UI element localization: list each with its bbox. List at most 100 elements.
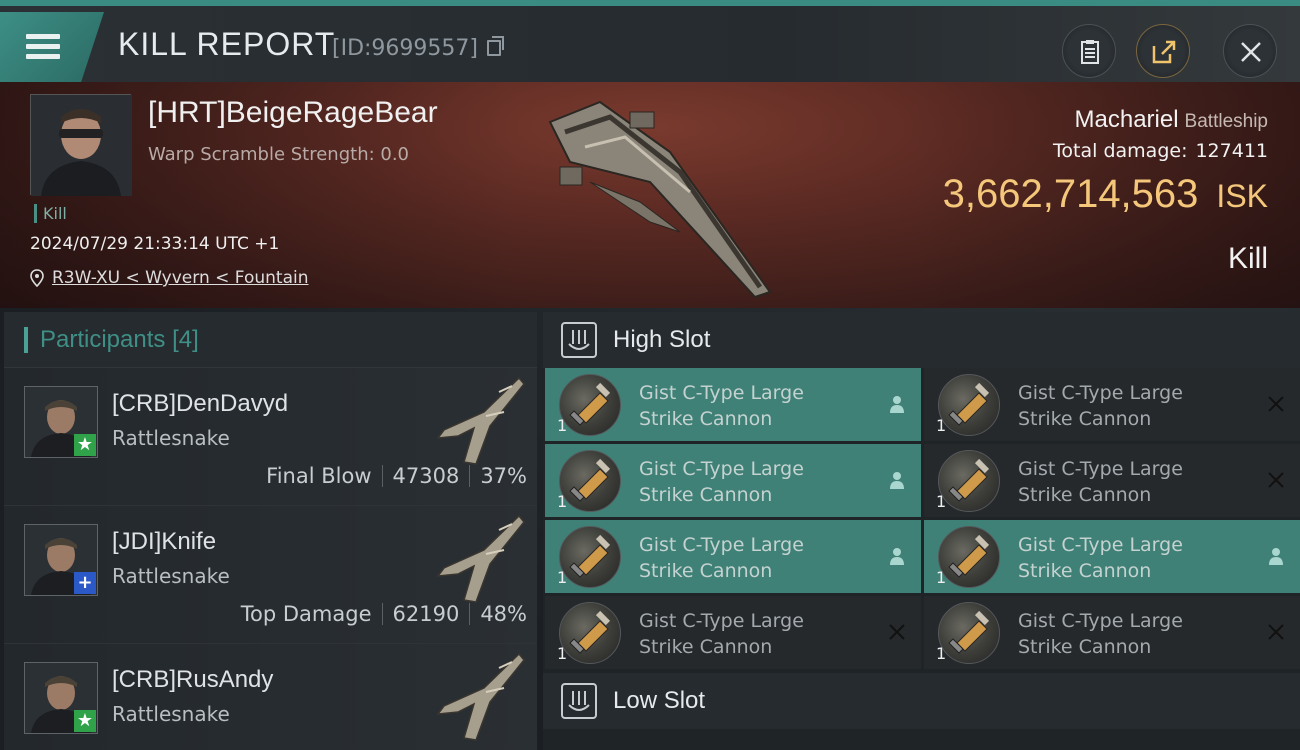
low-slot-title: Low Slot xyxy=(613,687,706,714)
participant-stats: Final Blow 47308 37% xyxy=(266,464,527,488)
stat-separator xyxy=(381,603,383,625)
slot-icon-glyph xyxy=(568,691,590,711)
close-button[interactable] xyxy=(1223,24,1277,78)
participant-percent: 48% xyxy=(480,602,527,626)
module-slot[interactable]: 1 Gist C-Type Large Strike Cannon xyxy=(545,596,921,669)
clipboard-button[interactable] xyxy=(1062,24,1116,78)
kill-location[interactable]: R3W-XU < Wyvern < Fountain xyxy=(30,268,309,288)
module-slot[interactable]: 1 Gist C-Type Large Strike Cannon xyxy=(924,444,1300,517)
module-icon[interactable] xyxy=(938,450,1000,512)
kill-tag: Kill xyxy=(34,204,67,223)
menu-button[interactable] xyxy=(0,12,104,82)
participant-percent: 37% xyxy=(480,464,527,488)
participant-name[interactable]: [CRB]DenDavyd xyxy=(112,390,288,418)
stat-separator xyxy=(469,465,471,487)
stat-separator xyxy=(381,465,383,487)
victim-ship-image[interactable] xyxy=(530,92,790,302)
module-icon[interactable] xyxy=(938,374,1000,436)
participants-count: [4] xyxy=(172,325,199,353)
report-id: [ID:9699557] xyxy=(332,36,478,61)
destroyed-x-icon xyxy=(1268,472,1284,488)
high-slot-title: High Slot xyxy=(613,326,711,353)
destroyed-x-icon xyxy=(1268,624,1284,640)
participant-name[interactable]: [JDI]Knife xyxy=(112,528,216,556)
header-bar: KILL REPORT [ID:9699557] xyxy=(0,6,1300,82)
participant-ship: Rattlesnake xyxy=(112,702,230,726)
module-icon[interactable] xyxy=(559,526,621,588)
isk-amount: 3,662,714,563 xyxy=(942,172,1199,216)
kill-report-window: KILL REPORT [ID:9699557] [HRT]BeigeRageB… xyxy=(0,0,1300,750)
cannon-icon xyxy=(948,458,990,502)
module-slot[interactable]: 1 Gist C-Type Large Strike Cannon xyxy=(924,368,1300,441)
module-slot[interactable]: 1 Gist C-Type Large Strike Cannon xyxy=(924,596,1300,669)
module-icon[interactable] xyxy=(559,374,621,436)
module-slot[interactable]: 1 Gist C-Type Large Strike Cannon xyxy=(545,368,921,441)
module-quantity: 1 xyxy=(936,416,947,435)
cannon-icon xyxy=(569,382,611,426)
location-link[interactable]: R3W-XU < Wyvern < Fountain xyxy=(52,268,309,288)
participant-role: Final Blow xyxy=(266,464,372,488)
high-slot-header: High Slot xyxy=(543,312,1300,368)
cannon-icon xyxy=(948,382,990,426)
high-slot-icon xyxy=(561,322,597,358)
participant-row[interactable]: ★ [CRB]RusAndy Rattlesnake xyxy=(4,644,537,750)
participant-stats: Top Damage 62190 48% xyxy=(241,602,527,626)
cannon-icon xyxy=(948,534,990,578)
victim-ship[interactable]: Machariel Battleship xyxy=(1075,106,1269,134)
victim-name[interactable]: [HRT]BeigeRageBear xyxy=(148,96,438,130)
result-label: Kill xyxy=(1227,242,1268,275)
location-pin-icon xyxy=(30,269,44,287)
module-name: Gist C-Type Large Strike Cannon xyxy=(1018,382,1183,430)
participant-name[interactable]: [CRB]RusAndy xyxy=(112,666,273,694)
victim-banner: [HRT]BeigeRageBear Warp Scramble Strengt… xyxy=(0,82,1300,308)
participant-damage: 62190 xyxy=(392,602,460,626)
close-icon xyxy=(1241,42,1261,62)
module-icon[interactable] xyxy=(938,602,1000,664)
participants-title: Participants [4] xyxy=(40,326,199,354)
share-icon xyxy=(1152,40,1176,64)
share-button[interactable] xyxy=(1136,24,1190,78)
module-icon[interactable] xyxy=(559,450,621,512)
cannon-icon xyxy=(569,534,611,578)
ship-class: Battleship xyxy=(1184,111,1268,132)
module-slot[interactable]: 1 Gist C-Type Large Strike Cannon xyxy=(545,444,921,517)
participants-panel: Participants [4] ★ [CRB]DenDavyd Rattles… xyxy=(4,312,537,750)
fitted-person-icon xyxy=(890,396,904,413)
fitted-person-icon xyxy=(1269,548,1283,565)
isk-value: 3,662,714,563 ISK xyxy=(943,172,1268,217)
module-icon[interactable] xyxy=(559,602,621,664)
module-quantity: 1 xyxy=(936,644,947,663)
module-name: Gist C-Type Large Strike Cannon xyxy=(639,610,804,658)
participant-row[interactable]: + [JDI]Knife Rattlesnake Top Damage 6219… xyxy=(4,506,537,644)
isk-unit: ISK xyxy=(1216,178,1268,214)
destroyed-x-icon xyxy=(889,624,905,640)
module-name: Gist C-Type Large Strike Cannon xyxy=(639,534,804,582)
victim-portrait[interactable] xyxy=(30,94,132,196)
header-marker xyxy=(24,326,28,353)
participant-ship: Rattlesnake xyxy=(112,426,230,450)
total-damage-value: 127411 xyxy=(1195,140,1268,162)
module-icon[interactable] xyxy=(938,526,1000,588)
copy-icon[interactable] xyxy=(487,36,504,56)
module-slot[interactable]: 1 Gist C-Type Large Strike Cannon xyxy=(545,520,921,593)
hamburger-icon xyxy=(26,34,60,39)
participants-title-text: Participants xyxy=(40,325,166,353)
module-quantity: 1 xyxy=(936,492,947,511)
stat-separator xyxy=(469,603,471,625)
participant-badge: + xyxy=(74,572,96,594)
low-slot-header: Low Slot xyxy=(543,673,1300,729)
hamburger-icon-line xyxy=(26,54,60,59)
participant-row[interactable]: ★ [CRB]DenDavyd Rattlesnake Final Blow 4… xyxy=(4,368,537,506)
fitted-person-icon xyxy=(890,472,904,489)
low-slot-icon xyxy=(561,683,597,719)
high-slot-grid: 1 Gist C-Type Large Strike Cannon 1 Gist… xyxy=(543,368,1300,669)
hamburger-icon-line xyxy=(26,44,60,49)
module-slot[interactable]: 1 Gist C-Type Large Strike Cannon xyxy=(924,520,1300,593)
destroyed-x-icon xyxy=(1268,396,1284,412)
module-name: Gist C-Type Large Strike Cannon xyxy=(639,458,804,506)
participant-ship-icon xyxy=(436,652,525,741)
victim-avatar xyxy=(31,95,132,196)
cannon-icon xyxy=(948,610,990,654)
participant-ship-icon xyxy=(436,376,525,465)
page-title: KILL REPORT xyxy=(118,26,336,62)
